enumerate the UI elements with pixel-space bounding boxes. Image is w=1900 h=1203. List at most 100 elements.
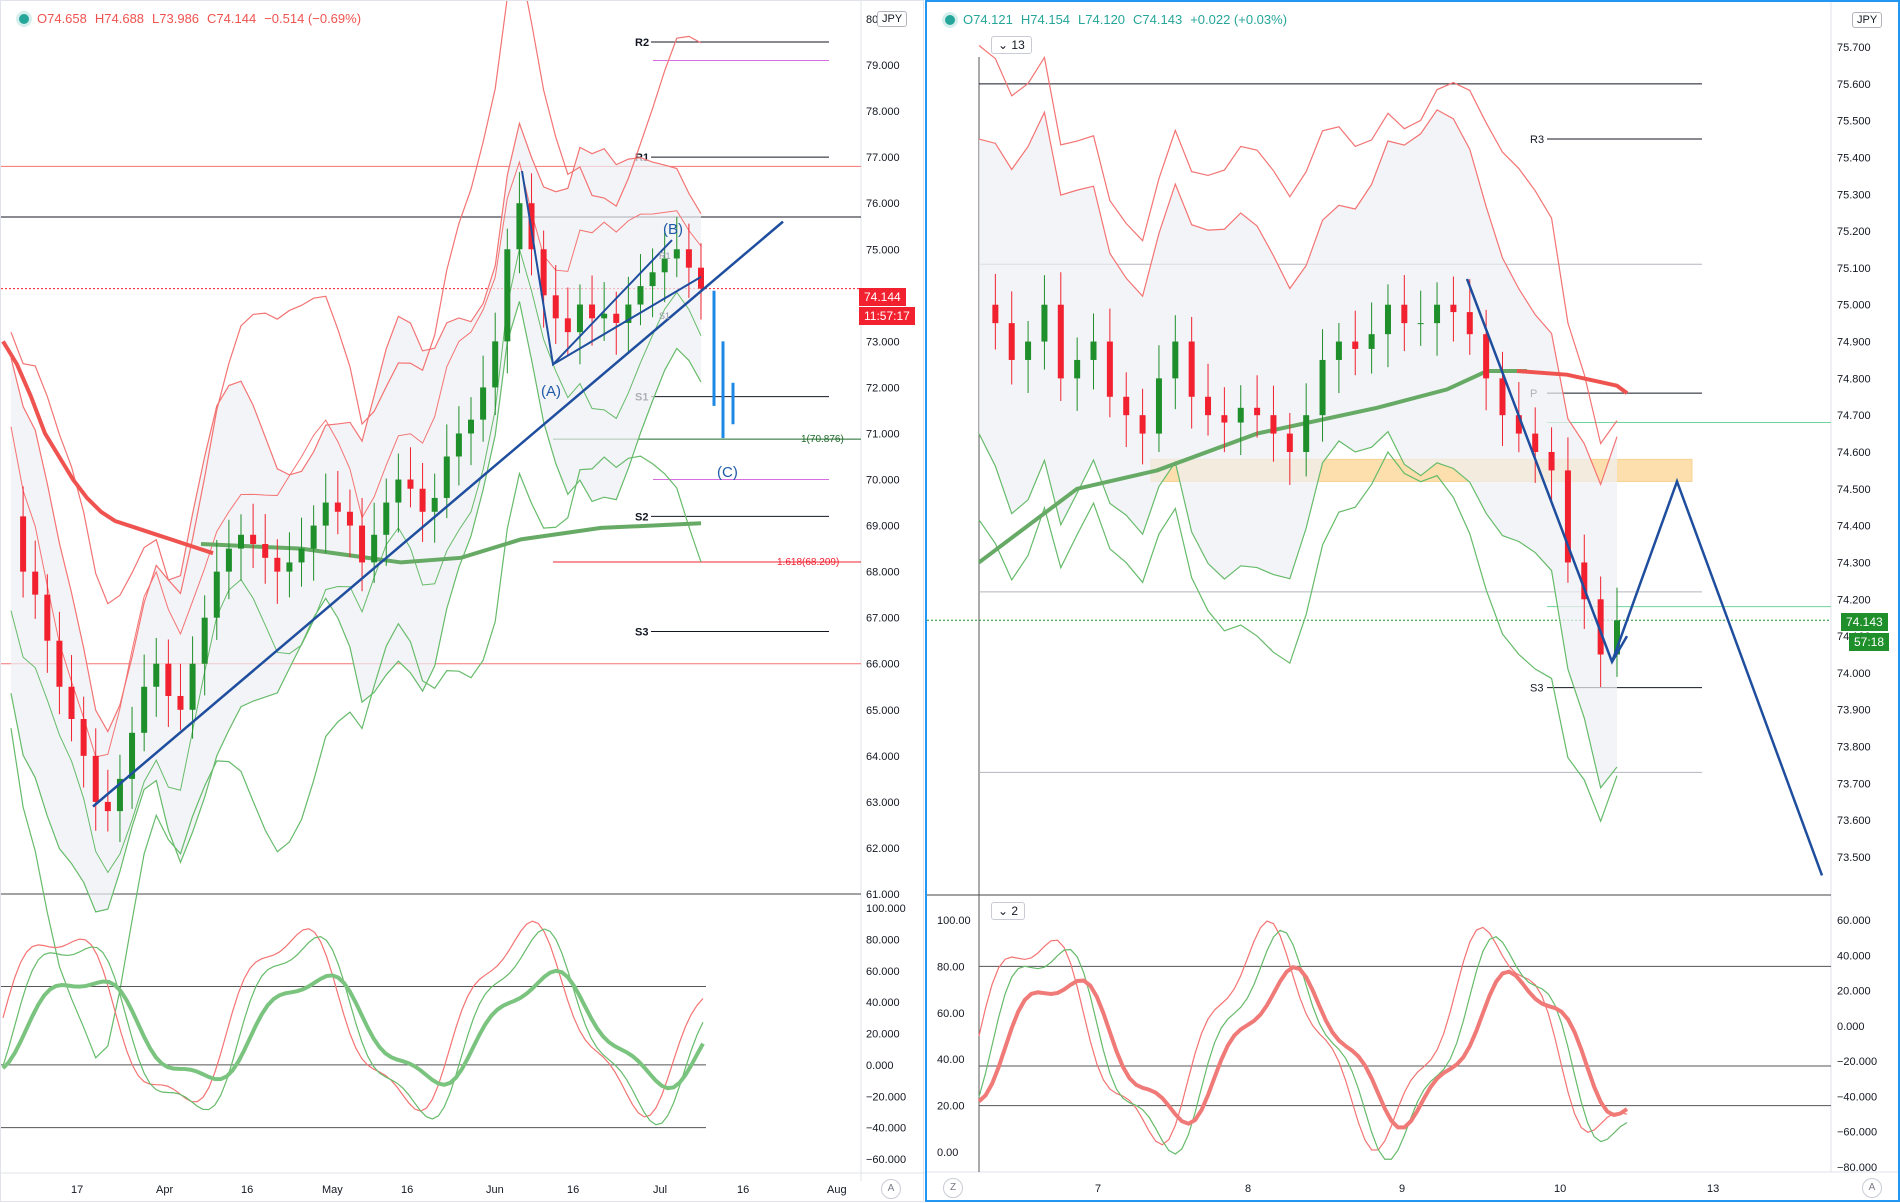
right-osc-right-tick: −80.000 bbox=[1837, 1162, 1877, 1174]
candle-body bbox=[262, 544, 269, 558]
right-countdown-tag: 57:18 bbox=[1849, 633, 1890, 651]
indicator-collapse-button[interactable]: ⌄ 13 bbox=[991, 36, 1032, 54]
left-pivot-label-s2: S2 bbox=[635, 511, 648, 523]
left-price-tick: 76.000 bbox=[866, 198, 900, 210]
candle-body bbox=[1319, 359, 1326, 416]
left-time-tick: 16 bbox=[241, 1184, 253, 1196]
left-price-tick: 67.000 bbox=[866, 613, 900, 625]
candle-body bbox=[1548, 452, 1555, 471]
left-currency-label[interactable]: JPY bbox=[877, 11, 908, 27]
right-pivot-label-r3: R3 bbox=[1530, 134, 1544, 146]
candle-body bbox=[44, 594, 51, 641]
left-osc-tick: 100.000 bbox=[866, 903, 906, 915]
candle-body bbox=[322, 502, 329, 526]
osc-collapse-button[interactable]: ⌄ 2 bbox=[991, 902, 1026, 920]
candle-body bbox=[673, 249, 680, 259]
candle-body bbox=[1368, 334, 1375, 349]
left-osc-tick: 40.000 bbox=[866, 997, 900, 1009]
candle-body bbox=[480, 387, 487, 420]
left-osc-tick: −20.000 bbox=[866, 1091, 906, 1103]
candle-body bbox=[613, 313, 620, 323]
right-time-tick: 9 bbox=[1399, 1183, 1405, 1195]
right-chart-pane[interactable]: 75.700 75.600 75.500 75.400 75.300 75.200 75.1… bbox=[925, 0, 1900, 1202]
left-open: O74.658 bbox=[37, 11, 87, 26]
candle-body bbox=[92, 755, 99, 802]
candle-body bbox=[576, 304, 583, 333]
candle-body bbox=[1221, 415, 1228, 423]
candle-body bbox=[383, 502, 390, 535]
right-price-tick: 74.300 bbox=[1837, 557, 1871, 569]
candle-body bbox=[359, 525, 366, 563]
right-price-tick: 74.800 bbox=[1837, 373, 1871, 385]
right-price-tick: 74.400 bbox=[1837, 521, 1871, 533]
left-band-fill bbox=[11, 123, 701, 912]
right-price-tick: 73.600 bbox=[1837, 815, 1871, 827]
candle-body bbox=[1172, 341, 1179, 379]
left-time-tick: 17 bbox=[71, 1184, 83, 1196]
left-fib-1618-label: 1.618(68.209) bbox=[777, 557, 839, 568]
right-currency-label[interactable]: JPY bbox=[1852, 12, 1883, 28]
candle-body bbox=[1090, 341, 1097, 360]
candle-body bbox=[1106, 341, 1113, 397]
candle-body bbox=[250, 534, 257, 544]
right-chart-canvas[interactable]: 75.700 75.600 75.500 75.400 75.300 75.200 75.1… bbox=[927, 2, 1898, 1200]
left-wave-label-c: (C) bbox=[717, 464, 738, 481]
candle-body bbox=[153, 663, 160, 687]
right-price-tick: 75.300 bbox=[1837, 189, 1871, 201]
candle-body bbox=[334, 502, 341, 512]
candle-body bbox=[1205, 396, 1212, 416]
left-price-tick: 65.000 bbox=[866, 705, 900, 717]
candle-body bbox=[431, 497, 438, 512]
left-mini-pivot-label: S1 bbox=[659, 311, 670, 321]
candle-body bbox=[992, 304, 999, 324]
left-wave-label-a: (A) bbox=[541, 383, 561, 400]
left-price-tick: 68.000 bbox=[866, 567, 900, 579]
candle-body bbox=[298, 548, 305, 563]
candle-body bbox=[1139, 415, 1146, 434]
candle-body bbox=[1466, 312, 1473, 335]
candle-body bbox=[1450, 304, 1457, 313]
candle-body bbox=[189, 663, 196, 710]
left-auto-scale-button[interactable]: A bbox=[881, 1179, 901, 1199]
left-price-tag: 74.144 bbox=[859, 288, 906, 306]
right-price-tick: 75.700 bbox=[1837, 42, 1871, 54]
candle-body bbox=[32, 571, 39, 595]
right-zoom-button[interactable]: Z bbox=[943, 1178, 963, 1198]
candle-body bbox=[1483, 334, 1490, 379]
right-auto-scale-button[interactable]: A bbox=[1862, 1178, 1882, 1198]
live-status-icon bbox=[19, 13, 29, 24]
candle-body bbox=[1074, 359, 1081, 379]
left-chart-pane[interactable]: 80.00079.00078.00077.00076.00075.00074.0… bbox=[0, 0, 925, 1203]
candle-body bbox=[564, 318, 571, 333]
right-change: +0.022 (+0.03%) bbox=[1190, 12, 1288, 27]
right-price-tick: 73.800 bbox=[1837, 742, 1871, 754]
left-time-tick: 16 bbox=[401, 1184, 413, 1196]
right-price-tick: 74.000 bbox=[1837, 668, 1871, 680]
right-price-tick: 75.600 bbox=[1837, 79, 1871, 91]
right-osc-right-tick: 0.000 bbox=[1837, 1021, 1865, 1033]
left-price-tick: 64.000 bbox=[866, 751, 900, 763]
left-price-tick: 63.000 bbox=[866, 797, 900, 809]
left-price-tick: 72.000 bbox=[866, 382, 900, 394]
right-price-tick: 75.000 bbox=[1837, 300, 1871, 312]
left-osc-fast bbox=[2, 920, 704, 1118]
candle-body bbox=[455, 433, 462, 457]
candle-body bbox=[80, 719, 87, 756]
candle-body bbox=[516, 203, 523, 250]
left-chart-canvas[interactable]: 80.00079.00078.00077.00076.00075.00074.0… bbox=[1, 1, 925, 1203]
right-osc-right-tick: 60.000 bbox=[1837, 915, 1871, 927]
candle-body bbox=[68, 686, 75, 719]
left-price-tick: 62.000 bbox=[866, 843, 900, 855]
left-high: H74.688 bbox=[94, 11, 145, 26]
candle-body bbox=[1025, 341, 1032, 360]
right-osc-left-tick: 0.00 bbox=[937, 1147, 958, 1159]
right-osc-right-tick: 40.000 bbox=[1837, 950, 1871, 962]
left-ohlc-legend: O74.658 H74.688 L73.986 C74.144 −0.514 (… bbox=[19, 11, 361, 26]
candle-body bbox=[1384, 304, 1391, 335]
left-time-tick: 16 bbox=[737, 1184, 749, 1196]
right-osc-right-tick: −60.000 bbox=[1837, 1127, 1877, 1139]
candle-body bbox=[346, 511, 353, 526]
candle-body bbox=[504, 249, 511, 342]
right-time-tick: 7 bbox=[1095, 1183, 1101, 1195]
left-osc-tick: 60.000 bbox=[866, 966, 900, 978]
